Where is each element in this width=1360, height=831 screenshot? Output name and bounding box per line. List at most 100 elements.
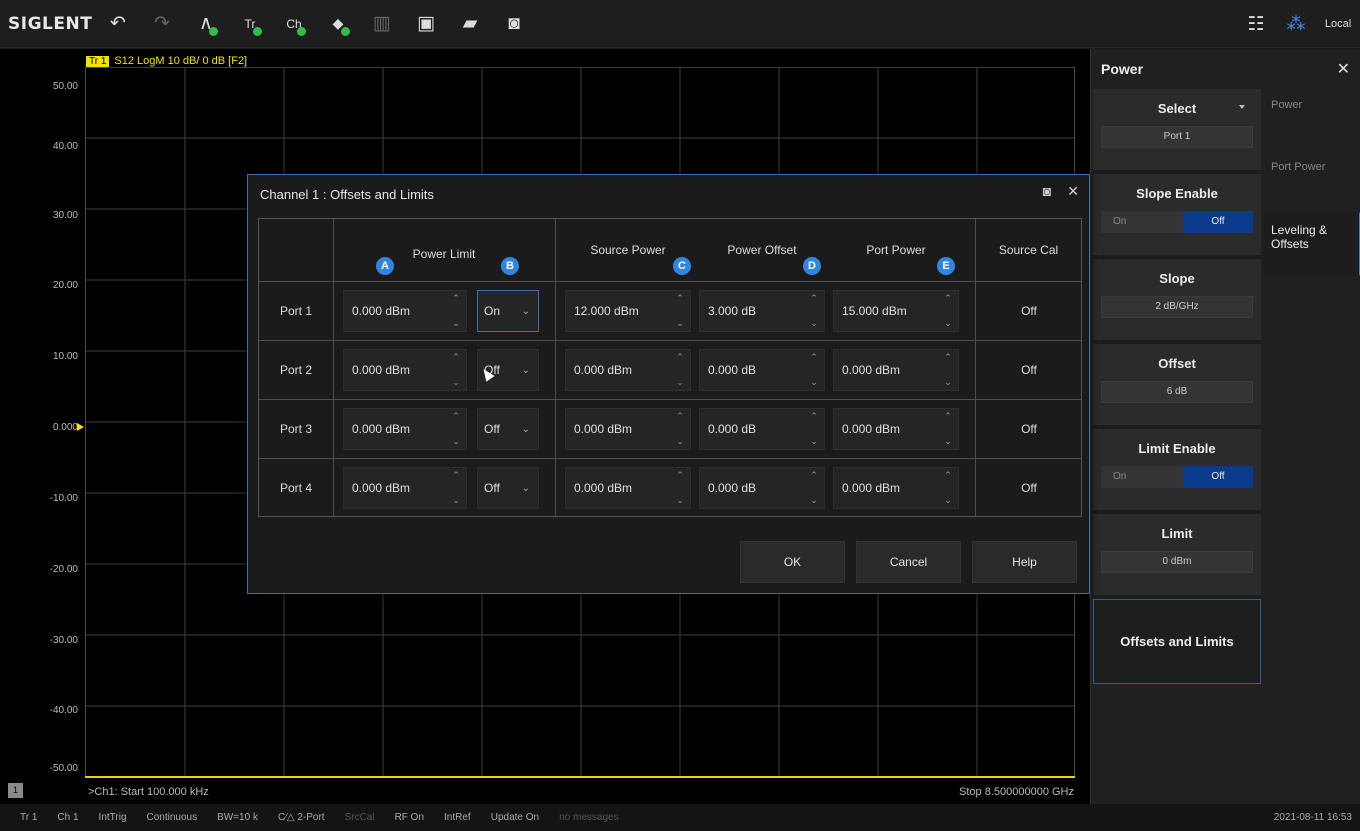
source-cal-value: Off <box>1021 363 1037 377</box>
power-limit-field[interactable]: 0.000 dBm ⌃ ⌄ <box>343 467 467 509</box>
power-limit-field[interactable]: 0.000 dBm ⌃ ⌄ <box>343 408 467 450</box>
source-power-field[interactable]: 0.000 dBm ⌃ ⌄ <box>565 467 691 509</box>
badge-a: A <box>376 257 394 275</box>
status-trigger[interactable]: IntTrig <box>99 812 127 823</box>
limit-label: Limit <box>1161 526 1193 541</box>
power-offset-field[interactable]: 3.000 dB ⌃ ⌄ <box>699 290 825 332</box>
power-panel: Power ✕ Select Port 1 Slope Enable On Of… <box>1090 49 1360 804</box>
status-update[interactable]: Update On <box>491 812 539 823</box>
y-tick-label: 10.00 <box>52 351 78 362</box>
trace-tag[interactable]: Tr 1 <box>86 55 110 67</box>
close-icon[interactable]: ✕ <box>1067 183 1079 200</box>
slope-enable-on[interactable]: On <box>1101 211 1183 233</box>
slope-enable-toggle[interactable]: On Off <box>1101 211 1253 233</box>
save-icon[interactable]: ▣ <box>404 0 448 48</box>
open-icon[interactable]: ▰ <box>448 0 492 48</box>
panel-header: Power ✕ <box>1091 49 1360 89</box>
stop-frequency[interactable]: Stop 8.500000000 GHz <box>959 786 1074 798</box>
panel-tabs: Power Port Power Leveling & Offsets <box>1263 89 1360 275</box>
power-offset-field[interactable]: 0.000 dB ⌃ ⌄ <box>699 349 825 391</box>
trace-header[interactable]: Tr 1 S12 LogM 10 dB/ 0 dB [F2] <box>86 55 247 67</box>
slope-value[interactable]: 2 dB/GHz <box>1101 296 1253 318</box>
slope-block[interactable]: Slope 2 dB/GHz <box>1093 259 1261 344</box>
trace-line <box>85 776 1075 778</box>
help-button[interactable]: Help <box>972 541 1077 583</box>
status-trace[interactable]: Tr 1 <box>20 812 37 823</box>
delete-icon[interactable]: ▥ <box>360 0 404 48</box>
status-sweep-mode[interactable]: Continuous <box>147 812 198 823</box>
limit-enable-select[interactable]: Off ⌄ <box>477 408 539 450</box>
port-label: Port 1 <box>279 304 312 318</box>
status-reference[interactable]: IntRef <box>444 812 471 823</box>
camera-icon[interactable]: ◙ <box>492 0 536 48</box>
start-frequency[interactable]: >Ch1: Start 100.000 kHz <box>88 786 209 798</box>
limit-value[interactable]: 0 dBm <box>1101 551 1253 573</box>
badge-e: E <box>937 257 955 275</box>
status-calibration[interactable]: C⁄△ 2-Port <box>278 812 325 823</box>
select-block[interactable]: Select Port 1 <box>1093 89 1261 174</box>
y-tick-label: 20.00 <box>52 280 78 291</box>
port-power-field[interactable]: 15.000 dBm ⌃ ⌄ <box>833 290 959 332</box>
slope-enable-label: Slope Enable <box>1136 186 1218 201</box>
status-rf[interactable]: RF On <box>395 812 424 823</box>
channel-box[interactable]: 1 <box>8 783 23 798</box>
redo-icon[interactable]: ↷ <box>140 0 184 48</box>
y-tick-label: 0.000 <box>52 422 78 433</box>
badge-c: C <box>673 257 691 275</box>
offset-value[interactable]: 6 dB <box>1101 381 1253 403</box>
tab-leveling-offsets[interactable]: Leveling & Offsets <box>1263 213 1360 275</box>
tab-power[interactable]: Power <box>1263 89 1360 151</box>
offset-block[interactable]: Offset 6 dB <box>1093 344 1261 429</box>
badge-d: D <box>803 257 821 275</box>
source-power-field[interactable]: 12.000 dBm ⌃ ⌄ <box>565 290 691 332</box>
dropdown-caret-icon[interactable] <box>1239 105 1245 109</box>
select-label[interactable]: Select <box>1158 101 1196 116</box>
port-power-field[interactable]: 0.000 dBm ⌃ ⌄ <box>833 408 959 450</box>
power-limit-field[interactable]: 0.000 dBm ⌃ ⌄ <box>343 349 467 391</box>
port-power-field[interactable]: 0.000 dBm ⌃ ⌄ <box>833 349 959 391</box>
select-value[interactable]: Port 1 <box>1101 126 1253 148</box>
badge-b: B <box>501 257 519 275</box>
limit-enable-select[interactable]: Off ⌄ <box>477 467 539 509</box>
header-source-cal: Source Cal <box>998 243 1059 257</box>
network-icon[interactable]: ⁂ <box>1276 0 1316 48</box>
cancel-button[interactable]: Cancel <box>856 541 961 583</box>
status-source-cal[interactable]: SrcCal <box>345 812 375 823</box>
reference-marker-icon[interactable] <box>77 423 84 431</box>
port-power-field[interactable]: 0.000 dBm ⌃ ⌄ <box>833 467 959 509</box>
status-bandwidth[interactable]: BW=10 k <box>217 812 258 823</box>
undo-icon[interactable]: ↶ <box>96 0 140 48</box>
limit-enable-label: Limit Enable <box>1138 441 1216 456</box>
source-power-field[interactable]: 0.000 dBm ⌃ ⌄ <box>565 408 691 450</box>
channel-window-icon[interactable]: Ch <box>272 0 316 48</box>
source-power-field[interactable]: 0.000 dBm ⌃ ⌄ <box>565 349 691 391</box>
offset-label: Offset <box>1158 356 1196 371</box>
status-messages: no messages <box>559 812 619 823</box>
power-limit-field[interactable]: 0.000 dBm ⌃ ⌄ <box>343 290 467 332</box>
limit-enable-on[interactable]: On <box>1101 466 1183 488</box>
trace-window-icon[interactable]: Tr <box>228 0 272 48</box>
limit-enable-toggle[interactable]: On Off <box>1101 466 1253 488</box>
limit-block[interactable]: Limit 0 dBm <box>1093 514 1261 599</box>
power-offset-field[interactable]: 0.000 dB ⌃ ⌄ <box>699 408 825 450</box>
y-tick-label: -40.00 <box>49 705 78 716</box>
slope-enable-off[interactable]: Off <box>1183 211 1253 233</box>
close-icon[interactable]: ✕ <box>1337 59 1350 79</box>
layout-icon[interactable]: ☷ <box>1236 0 1276 48</box>
add-marker-icon[interactable]: ◆ <box>316 0 360 48</box>
table-row: Port 2 0.000 dBm ⌃ ⌄ Off ⌄ 0.000 dBm ⌃ ⌄ 0.00… <box>259 341 1081 400</box>
offsets-table: Power Limit Source Power Power Offset Po… <box>258 218 1082 517</box>
limit-enable-select[interactable]: On ⌄ <box>477 290 539 332</box>
ok-button[interactable]: OK <box>740 541 845 583</box>
table-row: Port 3 0.000 dBm ⌃ ⌄ Off ⌄ 0.000 dBm ⌃ ⌄ 0.00… <box>259 400 1081 459</box>
screenshot-icon[interactable]: ◙ <box>1043 183 1051 200</box>
offsets-and-limits-button[interactable]: Offsets and Limits <box>1093 599 1261 684</box>
add-trace-icon[interactable]: ∧ <box>184 0 228 48</box>
local-label[interactable]: Local <box>1316 18 1360 30</box>
limit-enable-off[interactable]: Off <box>1183 466 1253 488</box>
status-channel[interactable]: Ch 1 <box>57 812 78 823</box>
power-offset-field[interactable]: 0.000 dB ⌃ ⌄ <box>699 467 825 509</box>
offsets-limits-dialog: Channel 1 : Offsets and Limits ◙ ✕ Power… <box>247 174 1090 594</box>
y-tick-label: -50.00 <box>49 763 78 774</box>
tab-port-power[interactable]: Port Power <box>1263 151 1360 213</box>
